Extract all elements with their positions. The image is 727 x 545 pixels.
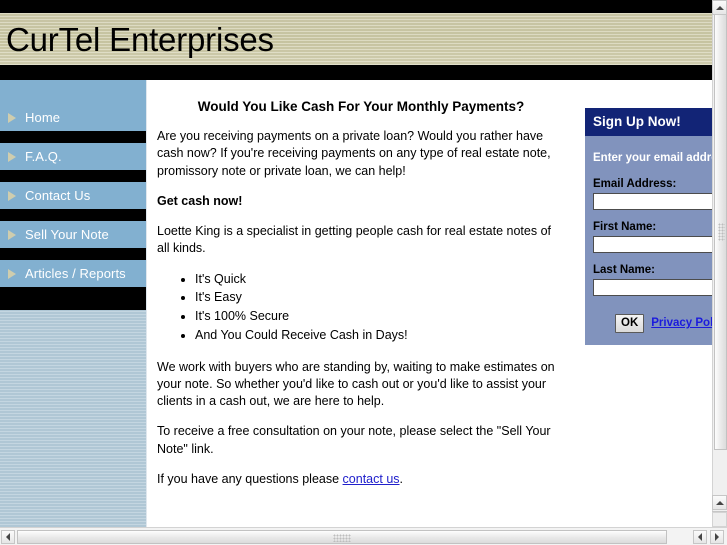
- questions-suffix: .: [399, 471, 404, 486]
- site-title: CurTel Enterprises: [6, 20, 274, 58]
- first-name-field-label: First Name:: [593, 220, 657, 233]
- triangle-right-icon: [8, 268, 16, 279]
- buyers-paragraph: We work with buyers who are standing by,…: [157, 359, 555, 409]
- top-black-band: [0, 0, 712, 13]
- contact-us-link[interactable]: contact us: [343, 472, 400, 486]
- email-field-label: Email Address:: [593, 177, 677, 190]
- nav-separator: [0, 209, 146, 221]
- signup-intro-text: Enter your email address for free articl…: [593, 152, 712, 164]
- nav-separator: [0, 287, 146, 310]
- sidebar-item-home[interactable]: Home: [0, 104, 146, 131]
- list-item: And You Could Receive Cash in Days!: [195, 327, 565, 345]
- horizontal-scrollbar-thumb[interactable]: [17, 530, 667, 544]
- triangle-right-icon: [8, 112, 16, 123]
- scroll-up-button[interactable]: [712, 0, 727, 15]
- triangle-up-icon: [715, 5, 724, 10]
- sidebar-item-label: Contact Us: [25, 188, 91, 203]
- email-field[interactable]: [593, 192, 712, 210]
- signup-panel-title: Sign Up Now!: [585, 108, 712, 136]
- triangle-left-icon: [698, 533, 702, 541]
- sidebar-item-label: F.A.Q.: [25, 149, 62, 164]
- triangle-right-icon: [715, 533, 719, 541]
- nav-separator: [0, 170, 146, 182]
- privacy-policy-link[interactable]: Privacy Policy: [651, 317, 712, 329]
- triangle-right-icon: [8, 190, 16, 201]
- sidebar-item-label: Home: [25, 110, 61, 125]
- triangle-right-icon: [8, 229, 16, 240]
- sidebar-item-label: Articles / Reports: [25, 266, 126, 281]
- main-content: Would You Like Cash For Your Monthly Pay…: [146, 80, 585, 527]
- page-title: Would You Like Cash For Your Monthly Pay…: [197, 99, 525, 114]
- vertical-scrollbar-thumb[interactable]: [714, 14, 727, 450]
- intro-paragraph: Are you receiving payments on a private …: [157, 129, 551, 178]
- nav-separator: [0, 131, 146, 143]
- questions-prefix: If you have any questions please: [157, 471, 343, 486]
- last-name-field[interactable]: [593, 278, 712, 296]
- signup-panel: Sign Up Now! Enter your email address fo…: [585, 108, 712, 346]
- browser-viewport: CurTel Enterprises Home F.A.Q. Contact U…: [0, 0, 712, 527]
- signup-actions: OK Privacy Policy: [585, 296, 712, 334]
- scroll-left-button[interactable]: [1, 530, 15, 544]
- sidebar-item-articles-reports[interactable]: Articles / Reports: [0, 260, 146, 287]
- grip-icon: [718, 223, 725, 241]
- grip-icon: [333, 534, 351, 542]
- nav-top-spacer: [0, 80, 146, 104]
- scroll-up-button-secondary[interactable]: [712, 495, 727, 510]
- scroll-right-button[interactable]: [710, 530, 724, 544]
- list-item: It's 100% Secure: [195, 308, 565, 326]
- callout-text: Get cash now!: [157, 193, 243, 208]
- benefits-list: It's Quick It's Easy It's 100% Secure An…: [157, 271, 565, 345]
- vertical-scrollbar[interactable]: [712, 0, 727, 527]
- horizontal-scrollbar[interactable]: [0, 527, 727, 545]
- questions-paragraph: If you have any questions please contact…: [157, 471, 565, 488]
- nav-separator: [0, 248, 146, 260]
- sidebar-item-faq[interactable]: F.A.Q.: [0, 143, 146, 170]
- triangle-right-icon: [8, 151, 16, 162]
- sidebar-item-contact-us[interactable]: Contact Us: [0, 182, 146, 209]
- last-name-field-label: Last Name:: [593, 263, 655, 276]
- sidebar-item-label: Sell Your Note: [25, 227, 109, 242]
- triangle-left-icon: [6, 533, 10, 541]
- first-name-field[interactable]: [593, 235, 712, 253]
- scrollbar-corner: [712, 512, 727, 527]
- ok-button[interactable]: OK: [615, 313, 645, 334]
- header-black-band: [0, 65, 712, 80]
- site-header: CurTel Enterprises: [0, 13, 712, 65]
- sidebar: Home F.A.Q. Contact Us Sell Your Note Ar…: [0, 80, 146, 527]
- list-item: It's Easy: [195, 289, 565, 307]
- list-item: It's Quick: [195, 271, 565, 289]
- page-body: Home F.A.Q. Contact Us Sell Your Note Ar…: [0, 80, 712, 527]
- scroll-left-button-secondary[interactable]: [693, 530, 707, 544]
- sidebar-item-sell-your-note[interactable]: Sell Your Note: [0, 221, 146, 248]
- specialist-paragraph: Loette King is a specialist in getting p…: [157, 224, 551, 256]
- triangle-up-icon: [715, 500, 724, 505]
- consultation-paragraph: To receive a free consultation on your n…: [157, 424, 551, 456]
